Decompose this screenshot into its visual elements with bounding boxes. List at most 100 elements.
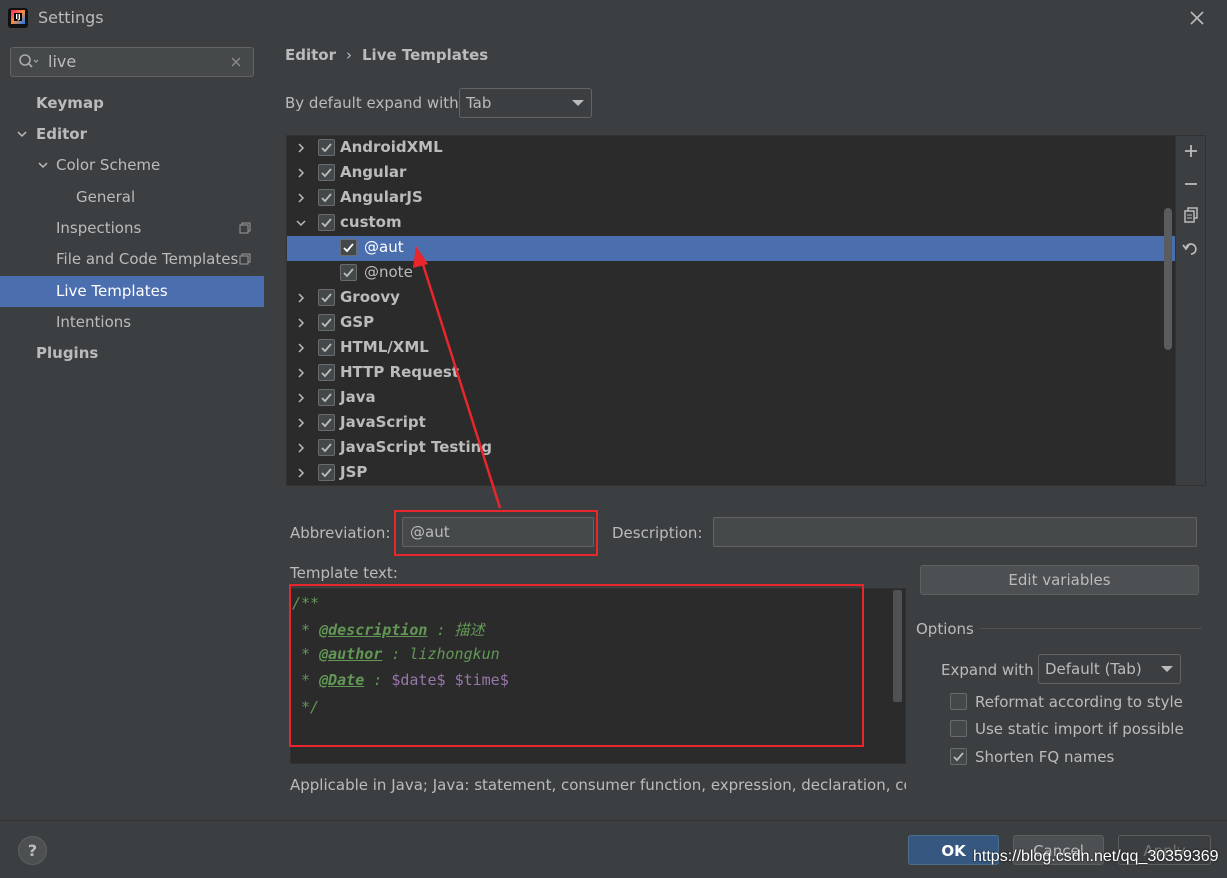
sidebar-item-general[interactable]: General: [76, 182, 264, 213]
tree-row-jsp[interactable]: JSP: [287, 461, 1175, 485]
tree-scrollbar[interactable]: [1164, 208, 1172, 350]
tree-row-label: AndroidXML: [340, 138, 443, 156]
dropdown-arrow-icon: [572, 100, 584, 106]
tree-row-label: @note: [364, 263, 413, 281]
tree-row-label: GSP: [340, 313, 375, 331]
title-bar: [0, 0, 1227, 36]
abbreviation-label: Abbreviation:: [290, 524, 391, 542]
tree-row-html-xml[interactable]: HTML/XML: [287, 336, 1175, 361]
static-import-label[interactable]: Use static import if possible: [975, 720, 1184, 738]
close-icon[interactable]: [1185, 6, 1209, 30]
chevron-right-icon[interactable]: [295, 467, 307, 479]
options-title: Options: [916, 620, 974, 638]
shorten-fq-checkbox[interactable]: [950, 748, 967, 765]
sidebar-item-editor[interactable]: Editor: [36, 119, 264, 150]
help-button[interactable]: ?: [18, 836, 47, 865]
group-checkbox[interactable]: [318, 364, 335, 381]
expand-with-label: Expand with: [941, 661, 1034, 679]
annotation-box-abbreviation: [394, 510, 598, 556]
shorten-fq-label[interactable]: Shorten FQ names: [975, 748, 1114, 766]
chevron-right-icon[interactable]: [295, 167, 307, 179]
group-checkbox[interactable]: [318, 289, 335, 306]
static-import-checkbox[interactable]: [950, 720, 967, 737]
dropdown-arrow-icon: [1161, 666, 1173, 672]
group-checkbox[interactable]: [318, 314, 335, 331]
chevron-right-icon[interactable]: [295, 192, 307, 204]
chevron-down-icon[interactable]: [37, 159, 49, 171]
tree-row-note[interactable]: @note: [287, 261, 1175, 286]
expand-with-value: Default (Tab): [1045, 660, 1142, 678]
template-text-label: Template text:: [290, 564, 398, 582]
group-checkbox[interactable]: [318, 414, 335, 431]
tree-row-label: @aut: [364, 238, 404, 256]
tree-row-label: Angular: [340, 163, 407, 181]
breadcrumb-parent[interactable]: Editor: [285, 46, 336, 64]
tree-row-label: custom: [340, 213, 402, 231]
chevron-right-icon[interactable]: [295, 317, 307, 329]
chevron-right-icon[interactable]: [295, 442, 307, 454]
group-checkbox[interactable]: [318, 189, 335, 206]
chevron-right-icon[interactable]: [295, 342, 307, 354]
sidebar-item-keymap[interactable]: Keymap: [36, 88, 264, 119]
chevron-right-icon[interactable]: [295, 142, 307, 154]
group-checkbox[interactable]: [318, 464, 335, 481]
tree-row-javascript-testing[interactable]: JavaScript Testing: [287, 436, 1175, 461]
sidebar-item-inspections[interactable]: Inspections: [56, 213, 264, 244]
tree-row-java[interactable]: Java: [287, 386, 1175, 411]
tree-row-javascript[interactable]: JavaScript: [287, 411, 1175, 436]
templates-tree: AndroidXML Angular AngularJS custom @aut…: [286, 135, 1176, 486]
add-icon[interactable]: [1182, 142, 1200, 160]
tree-row-gsp[interactable]: GSP: [287, 311, 1175, 336]
group-checkbox[interactable]: [318, 339, 335, 356]
sidebar-item-plugins[interactable]: Plugins: [36, 338, 264, 369]
tree-row-label: JavaScript Testing: [340, 438, 493, 456]
settings-search-input[interactable]: [10, 47, 254, 77]
chevron-right-icon[interactable]: [295, 292, 307, 304]
group-checkbox[interactable]: [318, 389, 335, 406]
breadcrumb-separator: ›: [346, 46, 352, 64]
template-checkbox[interactable]: [340, 239, 357, 256]
intellij-app-icon: IJ: [8, 8, 28, 28]
template-checkbox[interactable]: [340, 264, 357, 281]
tree-row-http-request[interactable]: HTTP Request: [287, 361, 1175, 386]
tree-row-androidxml[interactable]: AndroidXML: [287, 136, 1175, 161]
tree-row-groovy[interactable]: Groovy: [287, 286, 1175, 311]
chevron-down-icon[interactable]: [295, 217, 307, 229]
edit-variables-button[interactable]: Edit variables: [920, 565, 1199, 595]
remove-icon[interactable]: [1182, 175, 1200, 193]
tree-row-angular[interactable]: Angular: [287, 161, 1175, 186]
sidebar-item-intentions[interactable]: Intentions: [56, 307, 264, 338]
group-checkbox[interactable]: [318, 214, 335, 231]
chevron-down-icon[interactable]: [16, 128, 28, 140]
chevron-right-icon[interactable]: [295, 392, 307, 404]
description-label: Description:: [612, 524, 703, 542]
sidebar-item-color-scheme[interactable]: Color Scheme: [56, 150, 264, 181]
editor-scrollbar[interactable]: [893, 590, 902, 702]
group-checkbox[interactable]: [318, 164, 335, 181]
tree-row-custom[interactable]: custom: [287, 211, 1175, 236]
annotation-box-template-text: [289, 584, 864, 747]
default-expand-value: Tab: [466, 94, 492, 112]
reformat-checkbox[interactable]: [950, 693, 967, 710]
group-checkbox[interactable]: [318, 139, 335, 156]
tree-row-label: JavaScript: [340, 413, 426, 431]
applicable-contexts-link[interactable]: Applicable in Java; Java: statement, con…: [290, 776, 906, 794]
description-input[interactable]: [713, 517, 1197, 547]
copy-icon[interactable]: [1182, 206, 1200, 224]
group-checkbox[interactable]: [318, 439, 335, 456]
sidebar-item-file-and-code-templates[interactable]: File and Code Templates: [56, 244, 240, 275]
tree-row-label: HTML/XML: [340, 338, 429, 356]
chevron-right-icon[interactable]: [295, 367, 307, 379]
project-settings-icon: [239, 253, 251, 265]
breadcrumb: Editor › Live Templates: [285, 46, 488, 64]
default-expand-label: By default expand with: [285, 94, 459, 112]
chevron-right-icon[interactable]: [295, 417, 307, 429]
sidebar-item-live-templates[interactable]: Live Templates: [0, 276, 264, 307]
reformat-label[interactable]: Reformat according to style: [975, 693, 1183, 711]
restore-icon[interactable]: [1182, 240, 1200, 258]
tree-row-label: HTTP Request: [340, 363, 459, 381]
tree-row-angularjs[interactable]: AngularJS: [287, 186, 1175, 211]
clear-search-icon[interactable]: [229, 55, 243, 69]
watermark: https://blog.csdn.net/qq_30359369: [973, 848, 1219, 865]
tree-row-aut-selected[interactable]: @aut: [287, 236, 1175, 261]
